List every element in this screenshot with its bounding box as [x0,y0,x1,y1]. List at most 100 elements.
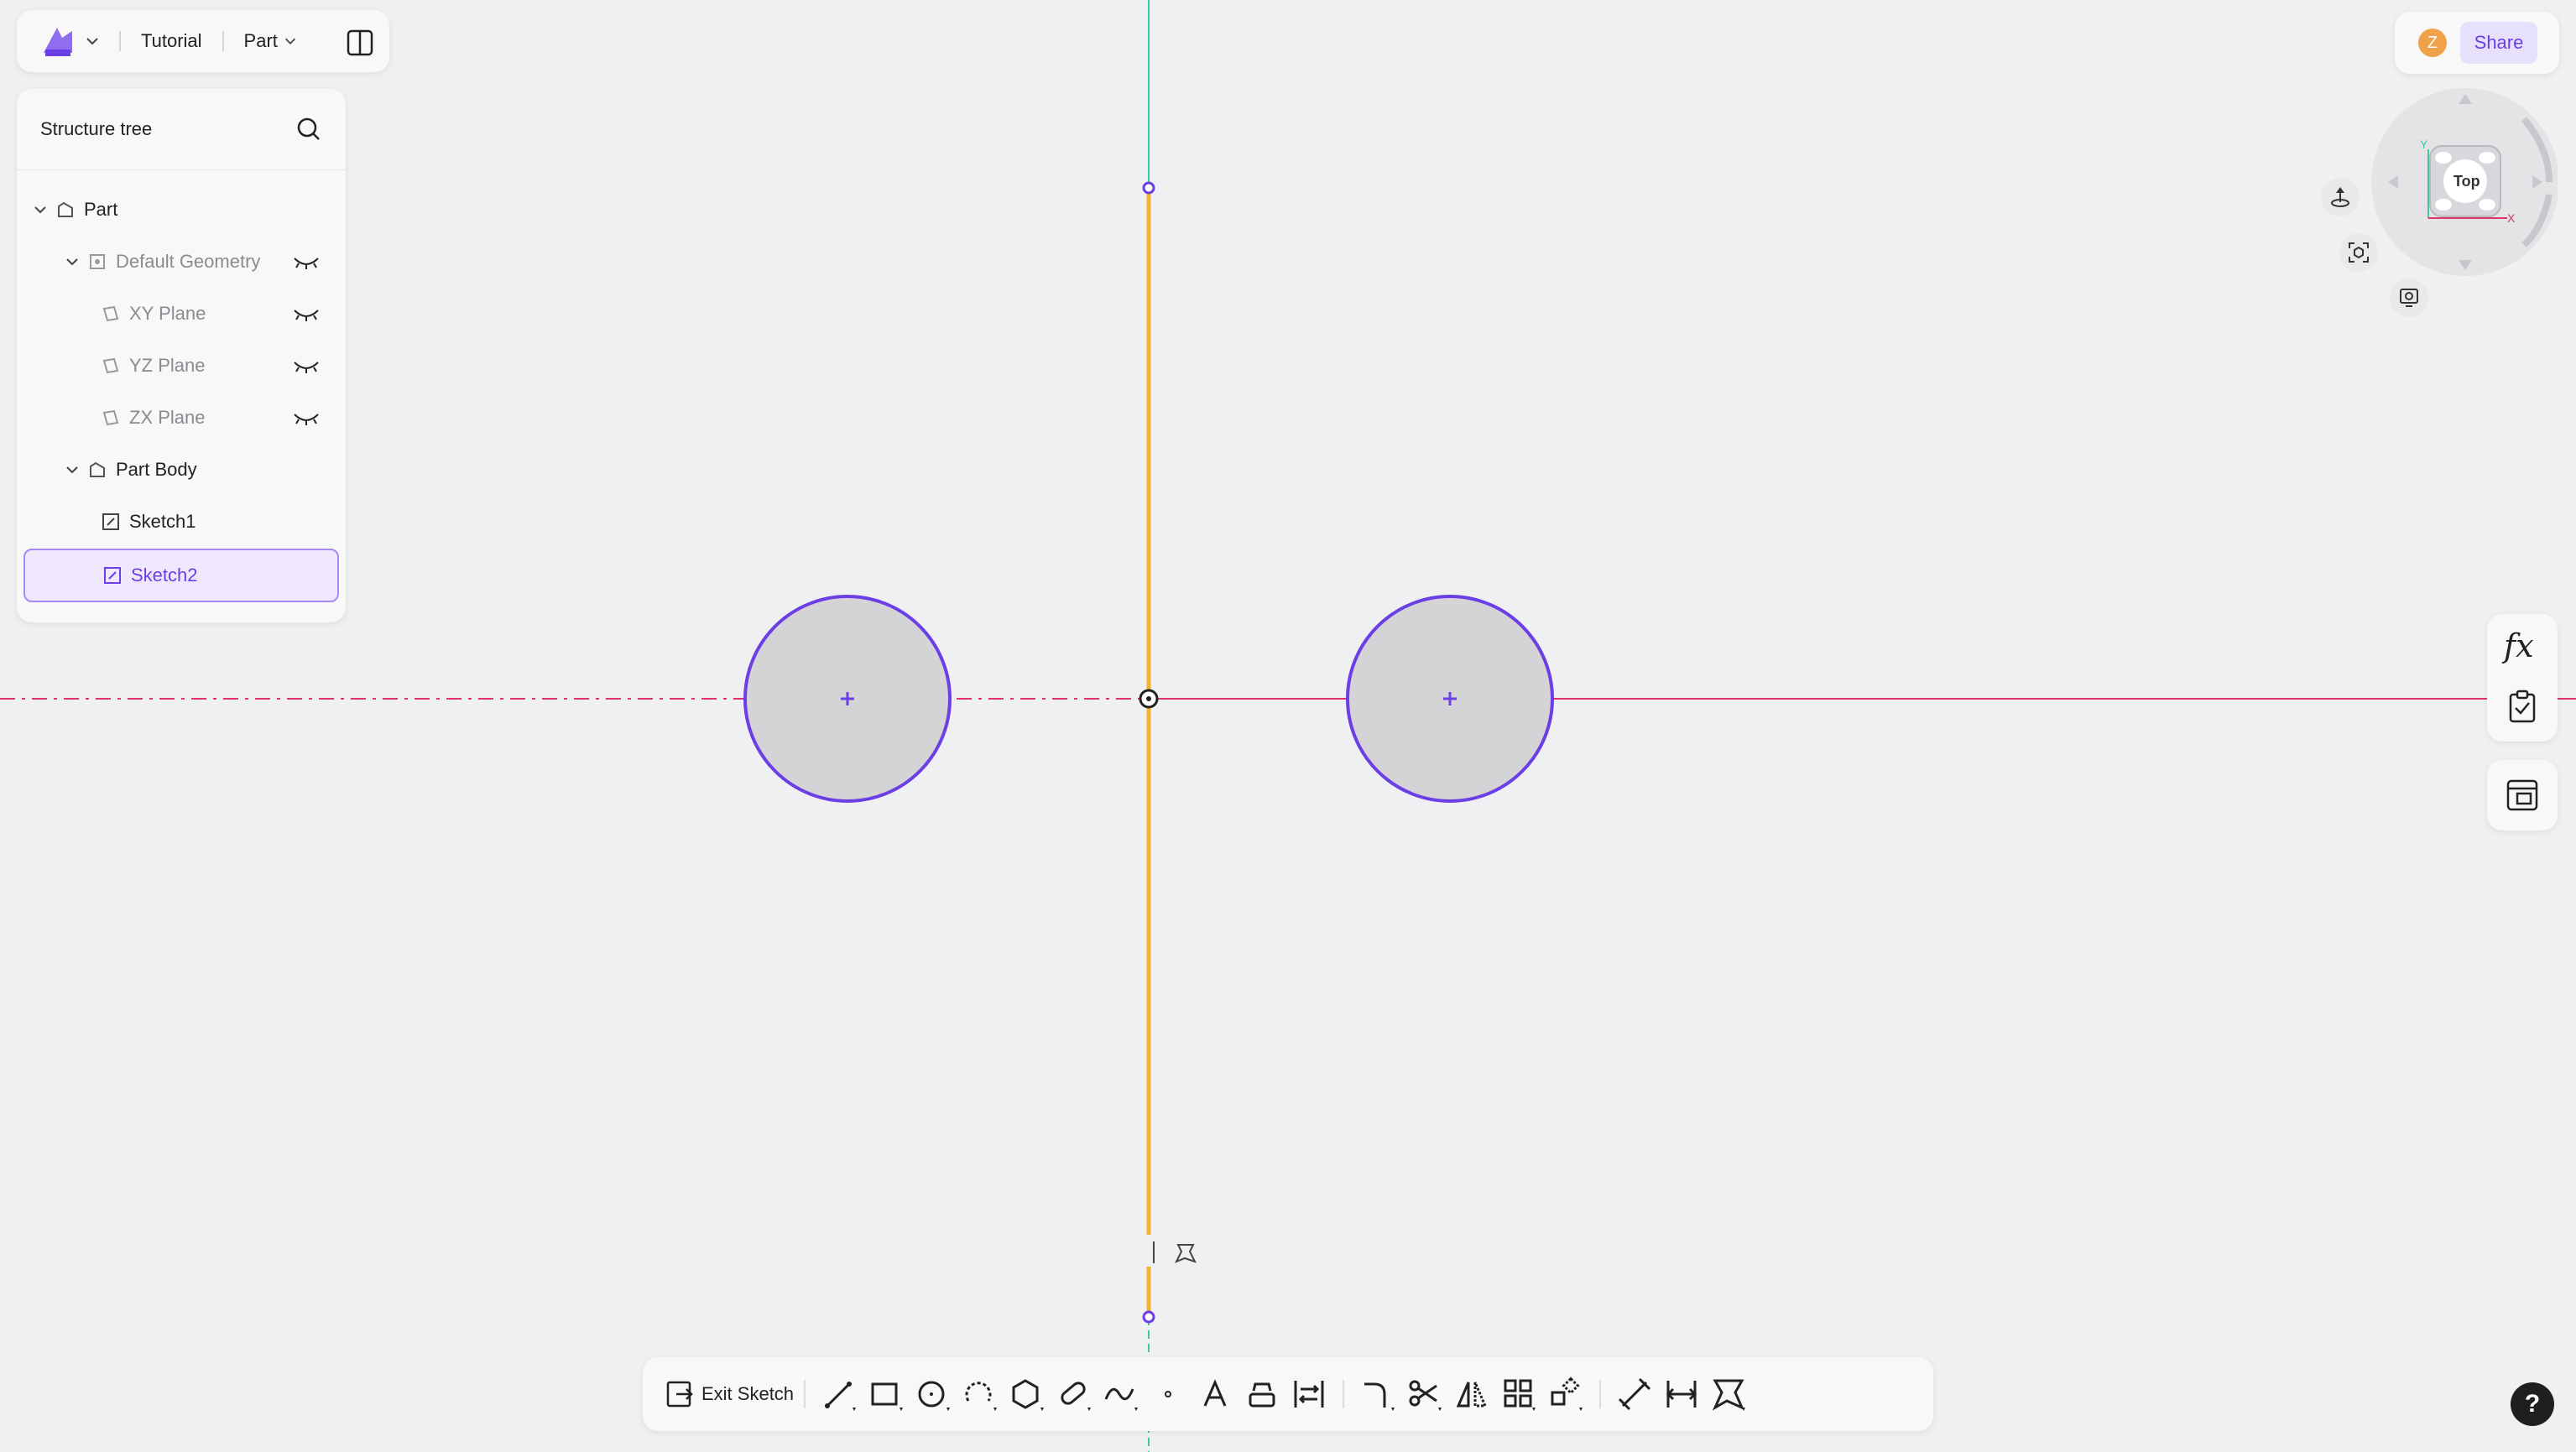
divider [1599,1380,1602,1408]
line-endpoint-top[interactable] [1142,181,1155,195]
tree-item-label: Part Body [116,459,197,480]
spline-tool[interactable] [1098,1371,1145,1418]
exit-sketch-button[interactable]: Exit Sketch [665,1379,794,1409]
orbit-button[interactable] [2321,178,2360,216]
chevron-down-icon[interactable] [64,253,81,270]
part-icon [58,201,73,217]
circle-tool[interactable] [910,1371,957,1418]
rectangle-tool[interactable] [863,1371,910,1418]
checklist-icon[interactable] [2507,690,2537,723]
text-tool[interactable] [1192,1371,1238,1418]
tree-item-xy-plane[interactable]: XY Plane [23,289,339,339]
transform-tool[interactable] [1542,1371,1589,1418]
line-endpoint-bottom[interactable] [1142,1310,1155,1324]
chevron-down-icon[interactable] [32,201,49,218]
trim-tool[interactable] [1401,1371,1448,1418]
transform-icon [1551,1377,1583,1411]
app-logo-icon[interactable] [39,21,79,61]
circle-icon [918,1381,951,1411]
project-name[interactable]: Tutorial [141,30,202,52]
dimension-icon [1618,1377,1651,1411]
offset-icon [1249,1382,1275,1408]
tree-item-part[interactable]: Part [23,185,339,235]
arc-tool[interactable] [957,1371,1004,1418]
share-card: Z Share [2395,12,2559,74]
offset-tool[interactable] [1238,1371,1285,1418]
mirror-tool[interactable] [1448,1371,1495,1418]
polygon-tool[interactable] [1004,1371,1051,1418]
polygon-icon [1012,1379,1045,1411]
hidden-eye-icon[interactable] [292,356,321,376]
tree-item-label: Sketch1 [129,511,196,532]
constraint-tool[interactable] [1705,1371,1752,1418]
display-mode-button[interactable] [2390,278,2428,317]
divider [222,31,224,51]
divider [804,1380,806,1408]
reference-panel-icon[interactable] [2506,778,2539,812]
tree-item-label: ZX Plane [129,407,206,428]
mode-label: Part [243,30,278,51]
divider [1343,1380,1345,1408]
fillet-tool[interactable] [1354,1371,1401,1418]
panel-toggle-icon[interactable] [346,29,374,57]
divider [119,31,121,51]
tree-item-zx-plane[interactable]: ZX Plane [23,393,339,443]
zoom-fit-icon [2349,242,2369,263]
convert-icon [1294,1381,1324,1408]
point-icon [1165,1391,1172,1397]
fx-icon[interactable]: fx [2504,627,2534,664]
hidden-eye-icon[interactable] [292,408,321,428]
exit-sketch-icon [666,1381,693,1408]
tree-header: Structure tree [17,89,346,170]
constraint-cursor-icon [1174,1244,1197,1263]
distance-tool[interactable] [1658,1371,1705,1418]
plane-icon [102,357,119,374]
sketch-icon [104,567,121,584]
convert-tool[interactable] [1285,1371,1332,1418]
text-icon [1203,1379,1227,1407]
chevron-down-icon[interactable] [84,33,101,49]
tree-item-yz-plane[interactable]: YZ Plane [23,341,339,391]
right-side-tools-2 [2487,760,2558,830]
geometry-icon [90,254,105,269]
tree-item-default-geometry[interactable]: Default Geometry [23,237,339,287]
rectangle-icon [871,1382,904,1411]
orbit-icon [2331,187,2349,207]
chevron-down-icon[interactable] [64,461,81,478]
slot-icon [1061,1382,1092,1411]
tree-item-part-body[interactable]: Part Body [23,445,339,495]
point-tool[interactable] [1145,1371,1192,1418]
avatar[interactable]: Z [2418,29,2447,57]
tree-item-label: Sketch2 [131,565,198,585]
constraint-icon [1712,1379,1746,1411]
view-cube-widget[interactable]: Top Y X [2365,86,2559,278]
zoom-fit-button[interactable] [2339,233,2378,272]
sketch-canvas[interactable] [0,0,2576,1452]
spline-icon [1104,1387,1139,1411]
arc-icon [965,1382,998,1411]
fillet-icon [1364,1382,1395,1411]
line-icon [825,1382,857,1411]
search-icon[interactable] [295,116,322,143]
plane-icon [102,305,119,322]
mode-dropdown[interactable]: Part [244,30,298,52]
distance-icon [1666,1381,1697,1408]
right-side-tools: fx [2487,614,2558,742]
share-button[interactable]: Share [2460,22,2537,64]
exit-sketch-label: Exit Sketch [701,1383,795,1404]
tree-item-sketch1[interactable]: Sketch1 [23,497,339,547]
part-body-icon [90,461,105,477]
dimension-tool[interactable] [1611,1371,1658,1418]
chevron-down-icon [284,38,295,44]
hidden-eye-icon[interactable] [292,252,321,272]
axis-y-label: Y [2420,138,2428,151]
help-button[interactable]: ? [2511,1382,2554,1426]
view-cube-face-label: Top [2453,173,2480,190]
tree-item-sketch2[interactable]: Sketch2 [23,549,339,602]
line-tool[interactable] [816,1371,863,1418]
hidden-eye-icon[interactable] [292,304,321,324]
tree-item-label: Part [84,199,118,220]
slot-tool[interactable] [1051,1371,1098,1418]
pattern-tool[interactable] [1495,1371,1542,1418]
tree-item-label: YZ Plane [129,355,206,376]
